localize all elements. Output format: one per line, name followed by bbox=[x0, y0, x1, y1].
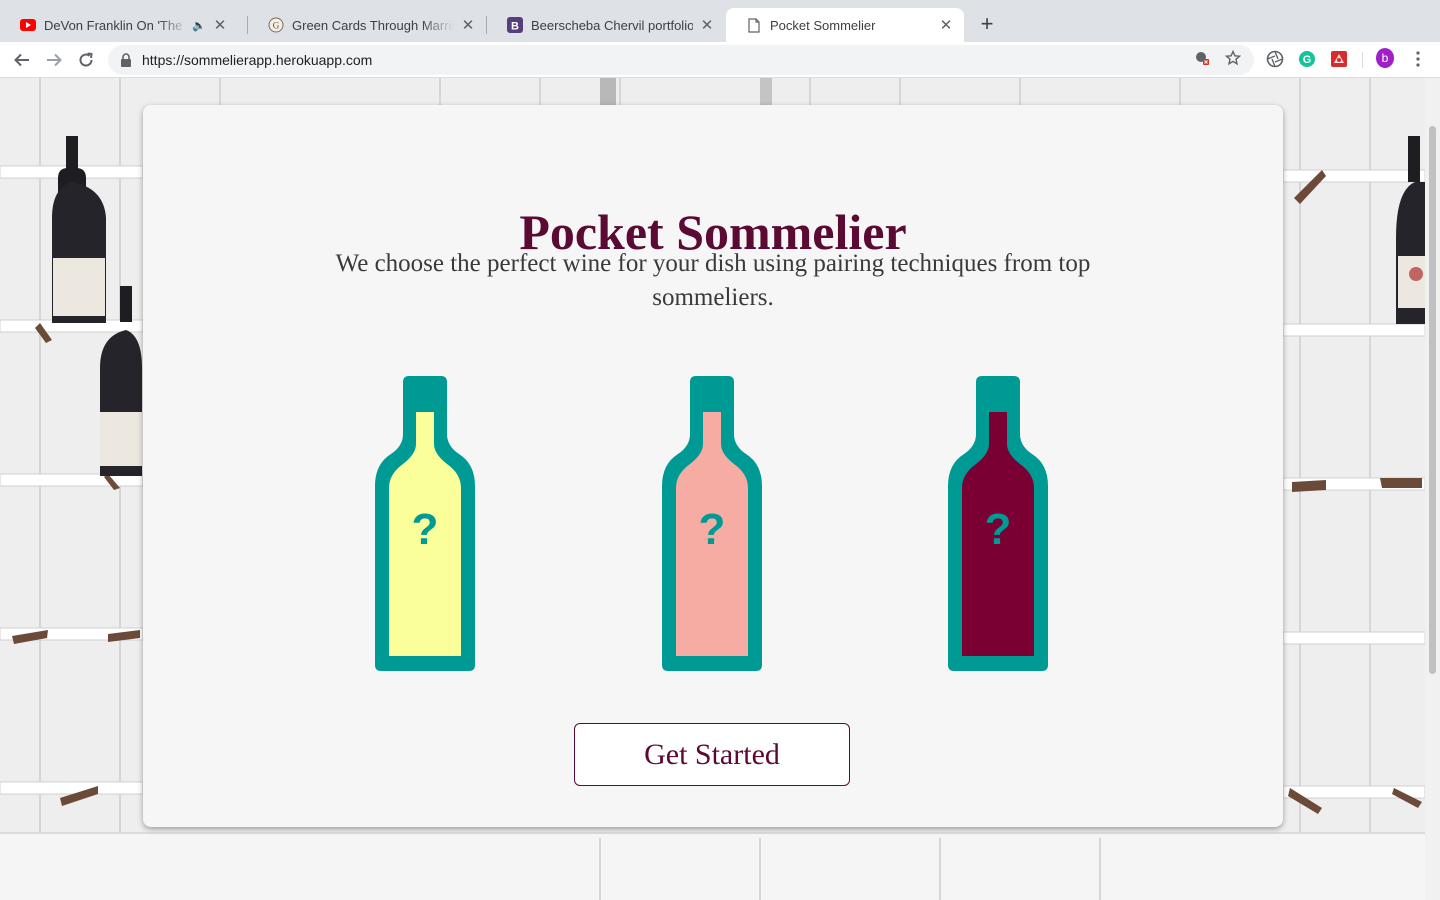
reload-icon bbox=[79, 52, 93, 67]
law-firm-icon: G bbox=[268, 17, 284, 33]
back-arrow-icon bbox=[14, 53, 29, 67]
forward-arrow-icon bbox=[47, 53, 62, 67]
page-scrollbar[interactable] bbox=[1425, 78, 1440, 900]
page-viewport: Pocket Sommelier We choose the perfect w… bbox=[0, 78, 1440, 900]
reload-button[interactable] bbox=[74, 48, 98, 72]
blocked-content-icon[interactable] bbox=[1192, 48, 1212, 68]
tab-green-cards[interactable]: G Green Cards Through Marriage ✕ bbox=[248, 8, 486, 42]
question-mark-icon: ? bbox=[985, 505, 1012, 554]
tab-title: Beerscheba Chervil portfolio bbox=[531, 17, 693, 33]
svg-text:B: B bbox=[511, 21, 519, 33]
page-icon bbox=[746, 17, 762, 33]
address-bar[interactable]: https://sommelierapp.herokuapp.com bbox=[108, 45, 1254, 75]
tab-portfolio[interactable]: B Beerscheba Chervil portfolio ✕ bbox=[487, 8, 725, 42]
svg-text:G: G bbox=[273, 21, 280, 31]
extension-red-icon[interactable] bbox=[1330, 50, 1348, 68]
back-button[interactable] bbox=[10, 48, 34, 72]
scrollbar-thumb[interactable] bbox=[1429, 126, 1436, 674]
lock-icon bbox=[121, 53, 131, 67]
bookmark-star-icon[interactable] bbox=[1223, 48, 1243, 68]
menu-kebab-icon[interactable] bbox=[1409, 50, 1427, 68]
profile-avatar[interactable]: b bbox=[1376, 48, 1394, 68]
extension-aperture-icon[interactable] bbox=[1266, 50, 1284, 68]
url-text[interactable]: https://sommelierapp.herokuapp.com bbox=[142, 52, 372, 68]
speaker-icon[interactable]: 🔈 bbox=[192, 19, 206, 32]
tab-title: DeVon Franklin On 'The Tru bbox=[44, 17, 188, 33]
rose-wine-bottle: ? bbox=[662, 376, 762, 671]
svg-text:G: G bbox=[1303, 54, 1312, 66]
bootstrap-icon: B bbox=[507, 17, 523, 33]
browser-toolbar: https://sommelierapp.herokuapp.com G b bbox=[0, 42, 1440, 78]
white-wine-bottle: ? bbox=[375, 376, 475, 671]
forward-button[interactable] bbox=[42, 48, 66, 72]
tab-title: Green Cards Through Marriage bbox=[292, 17, 454, 33]
red-wine-bottle: ? bbox=[948, 376, 1048, 671]
question-mark-icon: ? bbox=[412, 505, 439, 554]
tab-strip: DeVon Franklin On 'The Tru 🔈 ✕ G Green C… bbox=[0, 0, 1440, 42]
tab-youtube[interactable]: DeVon Franklin On 'The Tru 🔈 ✕ bbox=[0, 8, 238, 42]
question-mark-icon: ? bbox=[699, 505, 726, 554]
main-card: Pocket Sommelier We choose the perfect w… bbox=[143, 105, 1283, 827]
page-tagline: We choose the perfect wine for your dish… bbox=[335, 250, 1091, 311]
tab-title: Pocket Sommelier bbox=[770, 17, 876, 33]
close-tab-icon[interactable]: ✕ bbox=[460, 16, 476, 34]
close-tab-icon[interactable]: ✕ bbox=[699, 16, 715, 34]
tab-pocket-sommelier[interactable]: Pocket Sommelier ✕ bbox=[726, 8, 964, 42]
get-started-button[interactable]: Get Started bbox=[574, 723, 850, 786]
close-tab-icon[interactable]: ✕ bbox=[212, 16, 228, 34]
new-tab-button[interactable]: + bbox=[975, 12, 999, 36]
grammarly-icon[interactable]: G bbox=[1298, 50, 1316, 68]
close-tab-icon[interactable]: ✕ bbox=[938, 16, 954, 34]
profile-initial: b bbox=[1376, 48, 1394, 68]
youtube-icon bbox=[20, 17, 36, 33]
